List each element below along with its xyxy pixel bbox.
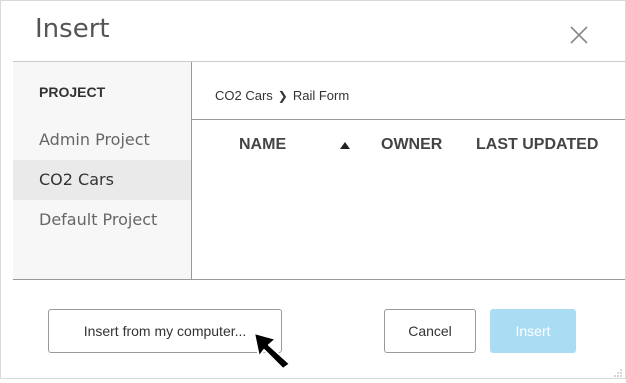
sidebar-item-default-project[interactable]: Default Project <box>13 200 191 240</box>
sidebar-item-co2-cars[interactable]: CO2 Cars <box>13 160 191 200</box>
sidebar-item-admin-project[interactable]: Admin Project <box>13 120 191 160</box>
cancel-button[interactable]: Cancel <box>384 309 476 353</box>
column-header-owner[interactable]: OWNER <box>381 136 442 154</box>
table-top-divider <box>192 119 625 120</box>
breadcrumb-item-rail-form[interactable]: Rail Form <box>293 88 349 103</box>
resize-grip-icon[interactable] <box>613 365 623 377</box>
close-icon[interactable] <box>565 21 593 49</box>
breadcrumb: CO2 Cars ❯ Rail Form <box>215 88 349 103</box>
breadcrumb-item-co2-cars[interactable]: CO2 Cars <box>215 88 273 103</box>
dialog-title: Insert <box>35 14 110 44</box>
file-browser: CO2 Cars ❯ Rail Form NAME OWNER LAST UPDAT… <box>192 62 625 279</box>
project-sidebar: PROJECT Admin Project CO2 Cars Default P… <box>13 62 192 279</box>
breadcrumb-separator-icon: ❯ <box>277 89 288 103</box>
sort-ascending-icon[interactable] <box>340 142 350 149</box>
mouse-pointer-icon <box>252 331 294 376</box>
column-header-name[interactable]: NAME <box>239 136 286 154</box>
column-header-last-updated[interactable]: LAST UPDATED <box>476 136 598 154</box>
insert-from-computer-button[interactable]: Insert from my computer... <box>48 309 282 353</box>
insert-dialog: Insert PROJECT Admin Project CO2 Cars De… <box>0 0 626 379</box>
project-heading: PROJECT <box>39 84 106 100</box>
footer-divider <box>13 279 625 280</box>
insert-button[interactable]: Insert <box>490 309 576 353</box>
